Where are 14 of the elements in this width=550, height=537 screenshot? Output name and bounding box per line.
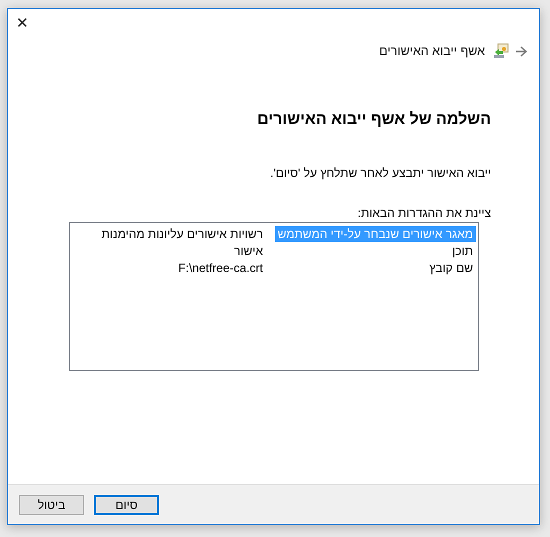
forward-arrow-icon[interactable] — [515, 46, 527, 56]
description-text: ייבוא האישור יתבצע לאחר שתלחץ על 'סיום'. — [269, 166, 491, 180]
close-button[interactable]: ✕ — [14, 14, 31, 32]
cancel-button[interactable]: ביטול — [19, 494, 84, 514]
setting-value: אישור — [233, 242, 264, 258]
certificate-icon — [493, 43, 509, 59]
setting-value: F:\netfree-ca.crt — [177, 260, 264, 276]
page-heading: השלמה של אשף ייבוא האישורים — [256, 111, 491, 129]
setting-name[interactable]: תוכן — [449, 242, 476, 258]
setting-value: רשויות אישורים עליונות מהימנות — [100, 226, 264, 242]
settings-label: ציינת את ההגדרות הבאות: — [356, 206, 491, 220]
setting-name[interactable]: שם קובץ — [426, 260, 476, 276]
finish-button[interactable]: סיום — [94, 494, 159, 514]
wizard-title: אשף ייבוא האישורים — [379, 44, 485, 58]
